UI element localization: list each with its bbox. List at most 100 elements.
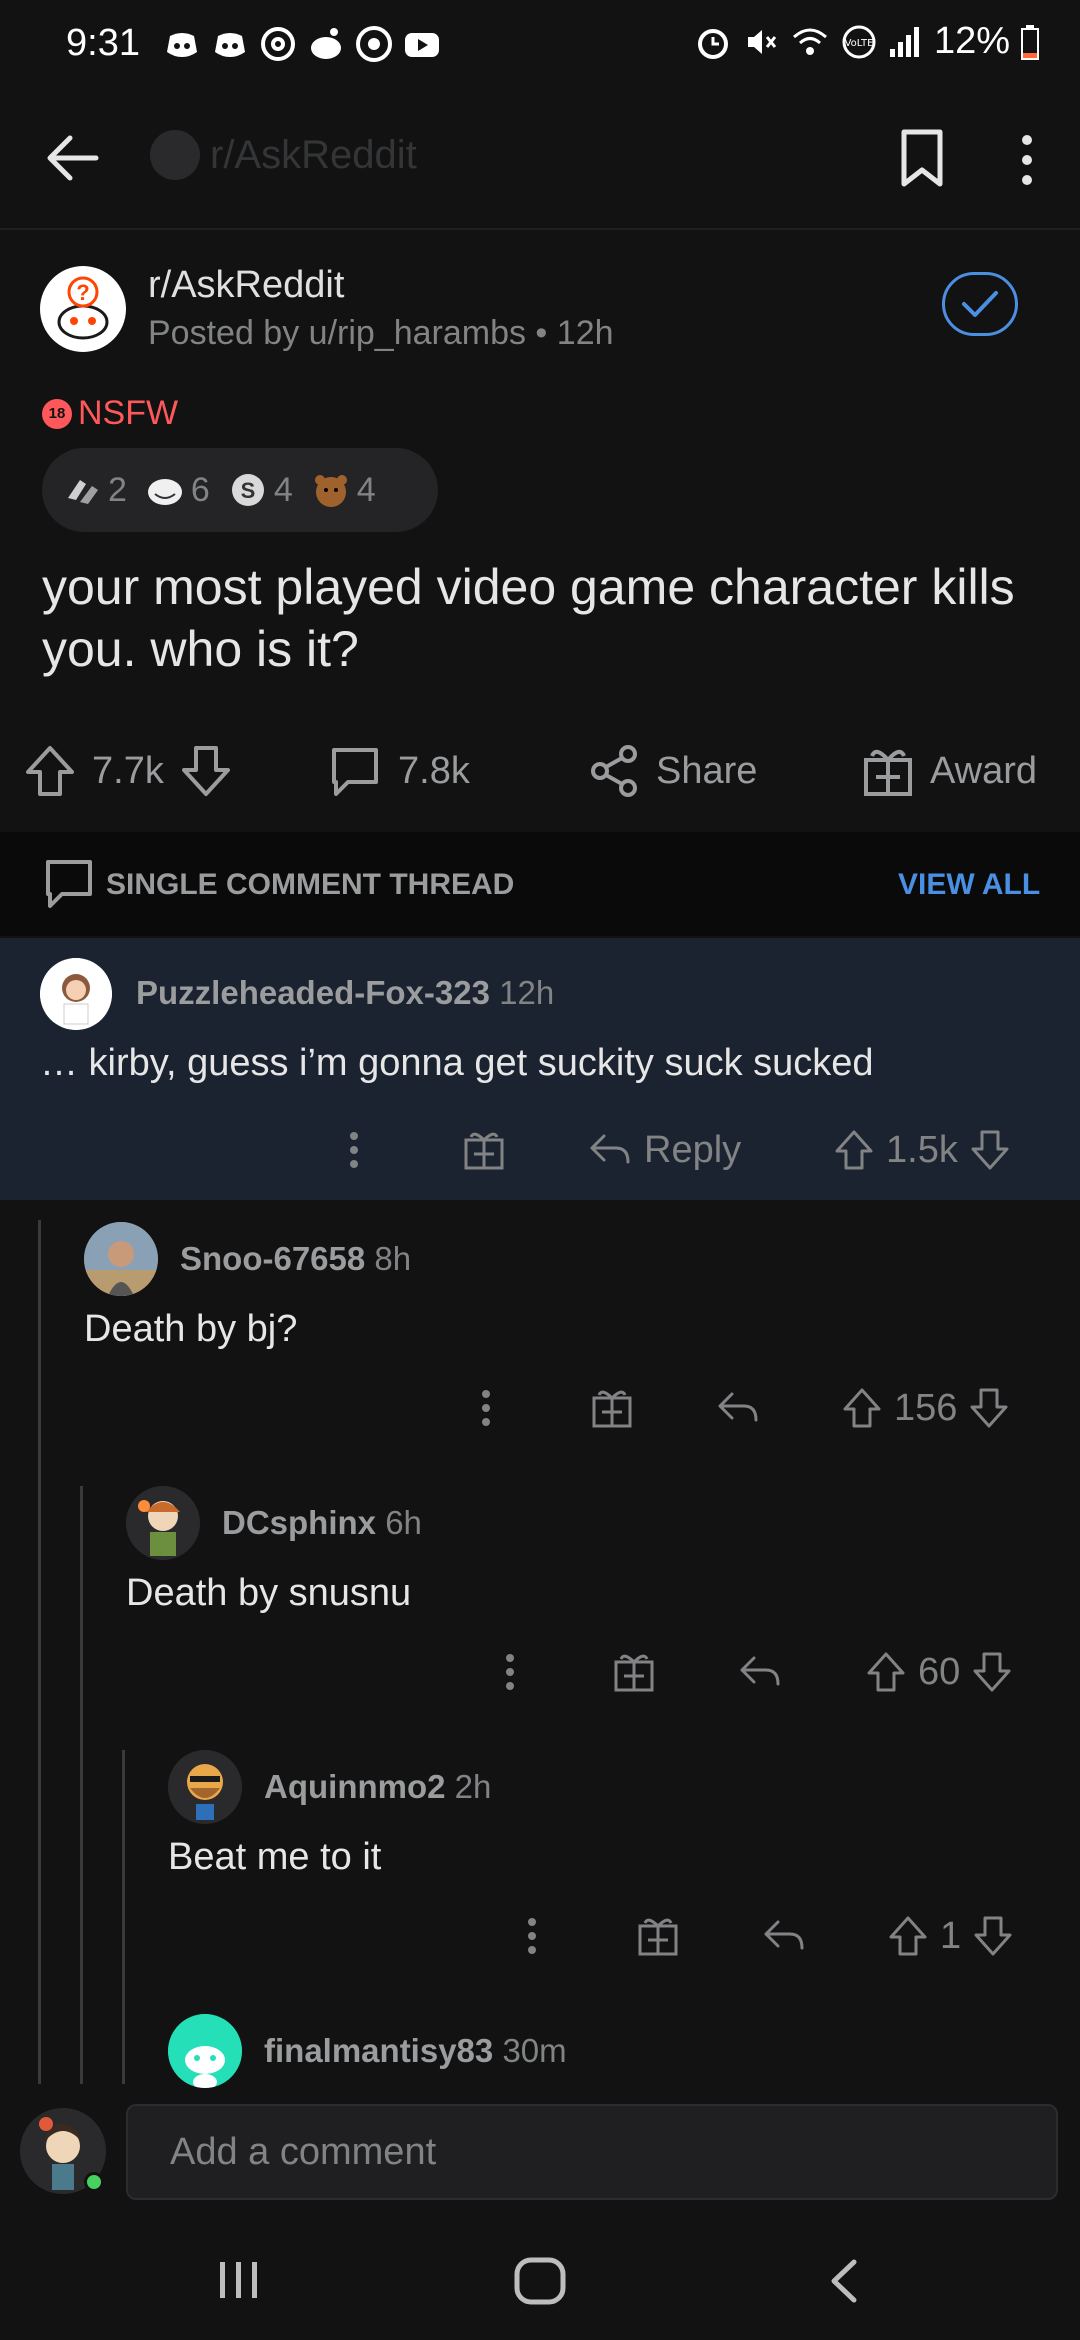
comment-actions: 1 [0,1914,1080,1970]
view-all-button[interactable]: VIEW ALL [898,868,1040,902]
gift-icon [614,1654,654,1692]
comment-vote-group: 60 [866,1650,1012,1694]
system-nav-bar [0,2218,1080,2340]
award-s-icon: S [231,474,264,506]
award-item: S 4 [228,470,293,510]
nsfw-label: NSFW [78,394,179,432]
back-nav-icon[interactable] [824,2258,864,2304]
comment-more-button[interactable] [476,1386,496,1430]
comment-username: Snoo-67658 [180,1240,366,1277]
discord-icon [215,33,245,57]
battery-icon [1021,24,1039,60]
app-bar-title: r/AskReddit [150,130,417,180]
app-bar-title-text: r/AskReddit [210,132,417,177]
comment-award-button[interactable] [636,1914,680,1958]
comment-award-button[interactable] [590,1386,634,1430]
upvote-icon[interactable] [842,1386,882,1430]
more-vertical-icon [506,1654,514,1690]
comment-time: 12h [499,974,555,1011]
award-bear-icon [314,475,347,507]
upvote-icon[interactable] [866,1650,906,1694]
home-icon[interactable] [512,2256,568,2306]
avatar[interactable] [84,1222,158,1296]
askreddit-logo-icon: ? [41,267,125,351]
award-count: 6 [190,470,210,509]
downvote-icon[interactable] [969,1386,1009,1430]
comment-author[interactable]: Aquinnmo2 2h [264,1768,491,1806]
add-comment-input[interactable]: Add a comment [126,2104,1058,2200]
comment-vote-group: 1 [888,1914,1013,1958]
reply-icon [740,1656,780,1686]
status-bar: 9:31 VoLTE 12% [0,0,1080,86]
award-count: 4 [273,470,293,509]
award-face-icon [147,479,182,505]
comment-username: DCsphinx [222,1504,377,1541]
award-label: Award [930,749,1038,792]
overflow-menu-button[interactable] [1012,132,1042,188]
user-avatar-icon [168,1750,242,1824]
comment-time: 30m [502,2032,567,2069]
awards-pill[interactable]: 2 6 S 4 4 [42,448,438,532]
comment-author[interactable]: DCsphinx 6h [222,1504,422,1542]
youtube-icon [405,33,439,57]
save-post-button[interactable] [898,128,946,190]
threads-icon [261,27,295,61]
comment-body: … kirby, guess i’m gonna get suckity suc… [40,1042,874,1084]
comment-time: 6h [385,1504,422,1541]
snoo-avatar-icon [168,2014,242,2088]
vote-group: 7.7k [24,744,232,798]
comment-author[interactable]: finalmantisy83 30m [264,2032,567,2070]
discord-icon [167,33,197,57]
avatar[interactable] [168,1750,242,1824]
joined-button[interactable] [942,272,1018,336]
comment-vote-group: 1.5k [834,1128,1010,1172]
recent-apps-icon[interactable] [214,2258,264,2302]
system-icons: VoLTE 12% [694,20,1040,63]
upvote-icon[interactable] [888,1914,928,1958]
comment-more-button[interactable] [522,1914,542,1958]
reply-button[interactable] [762,1914,806,1958]
comment-body: Death by bj? [84,1308,298,1350]
reply-button[interactable]: Reply [588,1128,741,1172]
downvote-icon[interactable] [970,1128,1010,1172]
award-hands-icon [68,480,98,504]
single-thread-bar: SINGLE COMMENT THREAD VIEW ALL [0,832,1080,936]
alarm-icon [697,28,728,59]
back-button[interactable] [40,126,104,190]
gift-icon [592,1390,632,1428]
downvote-icon[interactable] [972,1650,1012,1694]
comment-more-button[interactable] [344,1128,364,1172]
bookmark-icon [901,129,943,187]
comment-award-button[interactable] [462,1128,506,1172]
user-photo-icon [84,1222,158,1296]
svg-text:S: S [241,478,256,503]
mute-icon [747,29,777,54]
comment-vote-group: 156 [842,1386,1009,1430]
comment-award-button[interactable] [612,1650,656,1694]
comment-actions: 60 [0,1650,1080,1706]
comments-button[interactable]: 7.8k [328,744,470,798]
downvote-icon[interactable] [973,1914,1013,1958]
award-count: 2 [108,470,127,509]
gift-icon [464,1132,504,1170]
downvote-icon[interactable] [180,744,232,798]
share-button[interactable]: Share [588,744,757,798]
comment-actions: Reply 1.5k [0,1128,1080,1184]
reply-button[interactable] [716,1386,760,1430]
award-button[interactable]: Award [862,744,1037,798]
upvote-icon[interactable] [24,744,76,798]
subreddit-avatar[interactable]: ? [40,266,126,352]
comment-author[interactable]: Puzzleheaded-Fox-323 12h [136,974,554,1012]
comment-more-button[interactable] [500,1650,520,1694]
avatar[interactable] [40,958,112,1030]
gift-icon [638,1918,678,1956]
status-time: 9:31 [66,22,140,64]
reply-button[interactable] [738,1650,782,1694]
thread-line[interactable] [80,1486,83,2084]
comment-author[interactable]: Snoo-67658 8h [180,1240,411,1278]
comment-vote-count: 1.5k [886,1128,958,1171]
subreddit-name[interactable]: r/AskReddit [148,264,344,307]
upvote-icon[interactable] [834,1128,874,1172]
avatar[interactable] [126,1486,200,1560]
avatar[interactable] [168,2014,242,2088]
